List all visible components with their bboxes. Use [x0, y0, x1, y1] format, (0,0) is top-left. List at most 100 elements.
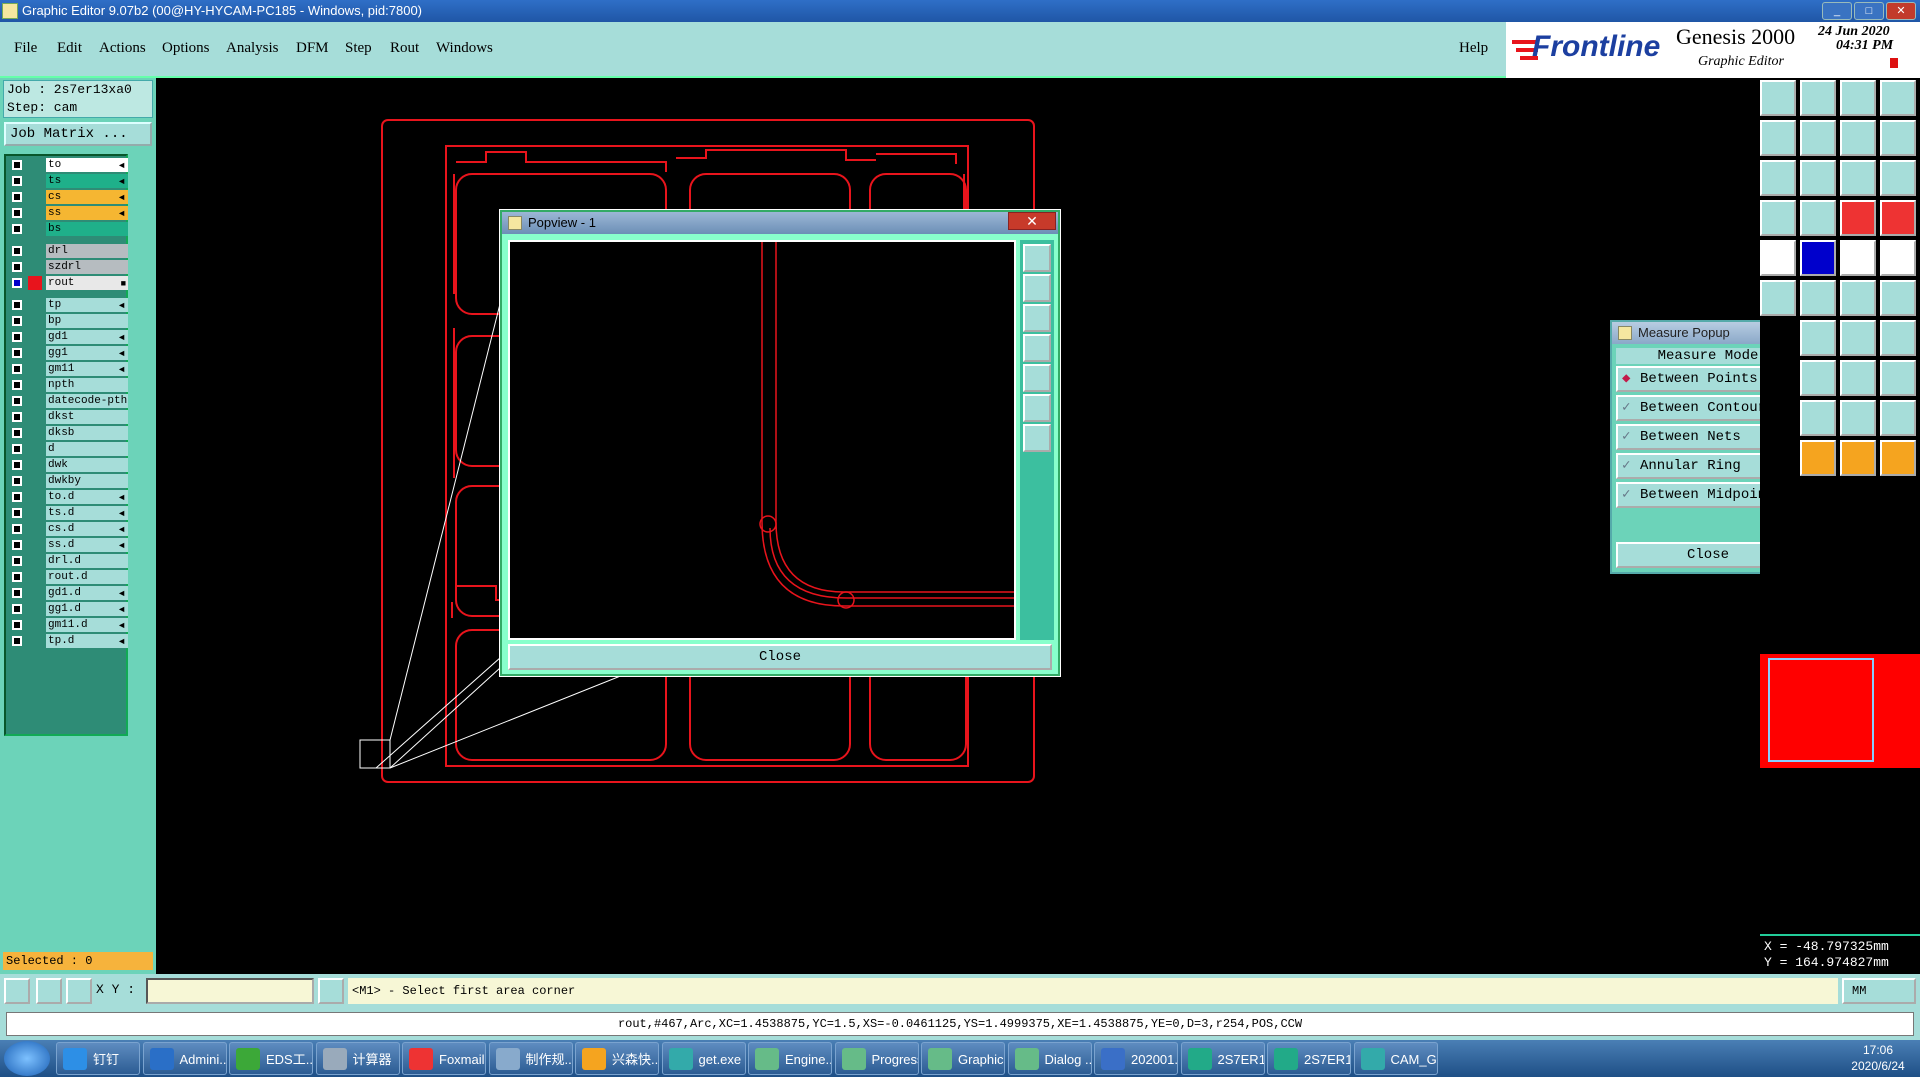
- layer-name[interactable]: gg1: [46, 346, 128, 360]
- popview-titlebar[interactable]: Popview - 1: [502, 212, 1058, 234]
- layer-checkbox[interactable]: [12, 428, 22, 438]
- select-area-icon[interactable]: [1880, 440, 1916, 476]
- draw-line-icon[interactable]: [1800, 320, 1836, 356]
- menu-windows[interactable]: Windows: [436, 40, 493, 57]
- camera-icon[interactable]: [1760, 240, 1796, 276]
- layer-row[interactable]: to ◄: [8, 158, 128, 172]
- layer-checkbox[interactable]: [12, 300, 22, 310]
- popview-zoom-in-icon[interactable]: [1023, 394, 1051, 422]
- text-a-red-icon[interactable]: [1880, 400, 1916, 436]
- layer-row[interactable]: npth: [8, 378, 128, 392]
- layer-row[interactable]: gm11 ◄: [8, 362, 128, 376]
- pan-left-icon[interactable]: [1760, 120, 1796, 156]
- layer-color-swatch[interactable]: [28, 206, 42, 220]
- taskbar-item[interactable]: 2S7ER1...: [1180, 1042, 1265, 1075]
- layer-color-swatch[interactable]: [28, 174, 42, 188]
- layer-name[interactable]: dksb: [46, 426, 128, 440]
- layer-color-swatch[interactable]: [28, 314, 42, 328]
- menu-file[interactable]: File: [14, 40, 37, 57]
- layer-row[interactable]: rout ■: [8, 276, 128, 290]
- mirror-icon[interactable]: [1840, 120, 1876, 156]
- layer-checkbox[interactable]: [12, 476, 22, 486]
- layer-color-swatch[interactable]: [28, 442, 42, 456]
- layer-name[interactable]: tp.d: [46, 634, 128, 648]
- layer-checkbox[interactable]: [12, 316, 22, 326]
- layer-color-swatch[interactable]: [28, 346, 42, 360]
- layer-row[interactable]: gg1 ◄: [8, 346, 128, 360]
- units-button[interactable]: MM: [1842, 978, 1916, 1004]
- taskbar-item[interactable]: CAM_G...: [1353, 1042, 1438, 1075]
- info-icon[interactable]: [318, 978, 344, 1004]
- layer-name[interactable]: cs: [46, 190, 128, 204]
- taskbar-item[interactable]: Foxmail: [402, 1042, 486, 1075]
- layer-row[interactable]: gg1.d ◄: [8, 602, 128, 616]
- layer-row[interactable]: dkst: [8, 410, 128, 424]
- ruler-icon[interactable]: [1840, 240, 1876, 276]
- layer-color-swatch[interactable]: [28, 222, 42, 236]
- layer-row[interactable]: dksb: [8, 426, 128, 440]
- layer-checkbox[interactable]: [12, 588, 22, 598]
- layer-name[interactable]: dwk: [46, 458, 128, 472]
- home-icon[interactable]: [1840, 80, 1876, 116]
- layer-name[interactable]: gd1.d: [46, 586, 128, 600]
- minimize-button[interactable]: _: [1822, 2, 1852, 20]
- text-a-icon[interactable]: [1800, 400, 1836, 436]
- menu-analysis[interactable]: Analysis: [226, 40, 279, 57]
- taskbar-item[interactable]: 钉钉: [56, 1042, 140, 1075]
- layer-checkbox[interactable]: [12, 380, 22, 390]
- layer-name[interactable]: to.d: [46, 490, 128, 504]
- taskbar-item[interactable]: Engine...: [748, 1042, 832, 1075]
- layer-color-swatch[interactable]: [28, 506, 42, 520]
- layer-color-swatch[interactable]: [28, 490, 42, 504]
- popview-view[interactable]: [508, 240, 1016, 640]
- layer-name[interactable]: gg1.d: [46, 602, 128, 616]
- layer-checkbox[interactable]: [12, 364, 22, 374]
- zoom-page-icon[interactable]: [1800, 80, 1836, 116]
- layer-checkbox[interactable]: [12, 278, 22, 288]
- layer-color-swatch[interactable]: [28, 362, 42, 376]
- layers-icon[interactable]: [1840, 200, 1876, 236]
- layer-color-swatch[interactable]: [28, 244, 42, 258]
- layer-row[interactable]: drl: [8, 244, 128, 258]
- layer-color-swatch[interactable]: [28, 330, 42, 344]
- layer-name[interactable]: szdrl: [46, 260, 128, 274]
- layer-checkbox[interactable]: [12, 176, 22, 186]
- settings-icon[interactable]: [1760, 200, 1796, 236]
- copy-icon[interactable]: [1880, 360, 1916, 396]
- layer-checkbox[interactable]: [12, 160, 22, 170]
- layer-color-swatch[interactable]: [28, 378, 42, 392]
- layer-color-swatch[interactable]: [28, 538, 42, 552]
- taskbar-item[interactable]: Dialog ...: [1007, 1042, 1092, 1075]
- layer-name[interactable]: rout: [46, 276, 128, 290]
- layer-color-swatch[interactable]: [28, 260, 42, 274]
- layer-checkbox[interactable]: [12, 246, 22, 256]
- layer-name[interactable]: gm11: [46, 362, 128, 376]
- layer-checkbox[interactable]: [12, 524, 22, 534]
- layer-checkbox[interactable]: [12, 556, 22, 566]
- popview-window[interactable]: Popview - 1 ✕ Close: [500, 210, 1060, 676]
- layer-name[interactable]: cs.d: [46, 522, 128, 536]
- layer-row[interactable]: d: [8, 442, 128, 456]
- layer-row[interactable]: tp.d ◄: [8, 634, 128, 648]
- layer-checkbox[interactable]: [12, 604, 22, 614]
- layer-checkbox[interactable]: [12, 492, 22, 502]
- layer-row[interactable]: drl.d: [8, 554, 128, 568]
- select-arrow-alt-icon[interactable]: [1840, 440, 1876, 476]
- net-icon[interactable]: [1760, 280, 1796, 316]
- menu-actions[interactable]: Actions: [99, 40, 146, 57]
- taskbar-item[interactable]: EDS工...: [229, 1042, 313, 1075]
- layer-name[interactable]: ss: [46, 206, 128, 220]
- grid-mode-icon[interactable]: [66, 978, 92, 1004]
- popview-close-x[interactable]: ✕: [1008, 212, 1056, 230]
- layer-row[interactable]: dwkby: [8, 474, 128, 488]
- popview-close-button[interactable]: Close: [508, 644, 1052, 670]
- taskbar-item[interactable]: get.exe: [661, 1042, 746, 1075]
- layer-row[interactable]: tp ◄: [8, 298, 128, 312]
- layer-color-swatch[interactable]: [28, 190, 42, 204]
- popview-pan-up-icon[interactable]: [1023, 274, 1051, 302]
- layer-name[interactable]: bs: [46, 222, 128, 236]
- layer-name[interactable]: dkst: [46, 410, 128, 424]
- layer-checkbox[interactable]: [12, 192, 22, 202]
- snap-mode-icon[interactable]: [4, 978, 30, 1004]
- layer-row[interactable]: bp: [8, 314, 128, 328]
